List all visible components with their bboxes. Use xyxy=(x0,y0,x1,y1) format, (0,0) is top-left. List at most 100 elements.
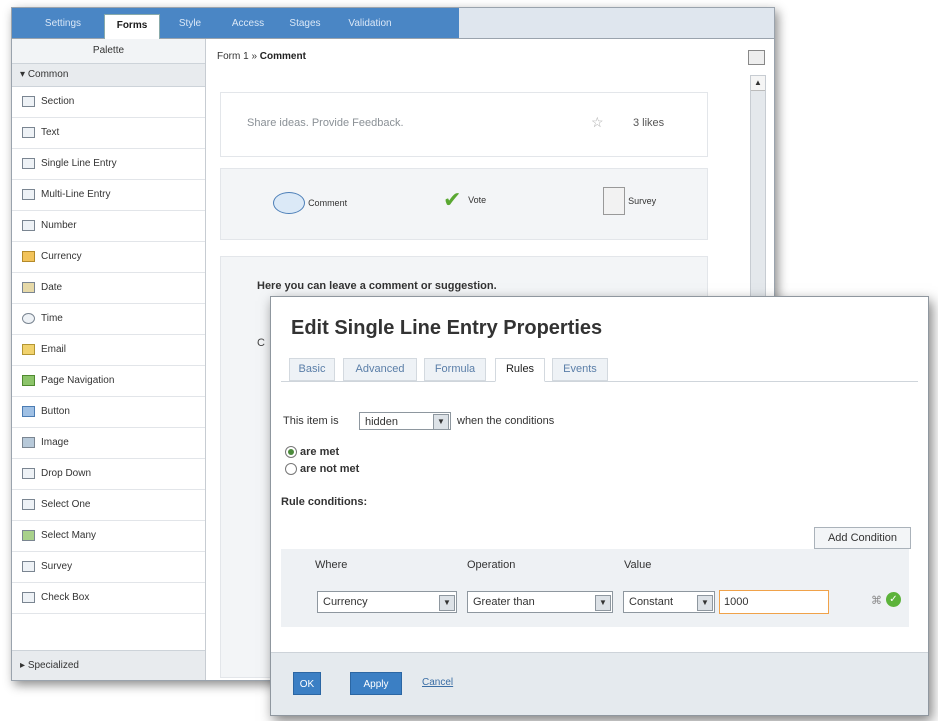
vote-action[interactable]: ✔ Vote xyxy=(443,189,486,211)
value-input[interactable]: 1000 xyxy=(719,590,829,614)
palette-item-date[interactable]: Date xyxy=(12,273,205,304)
palette-item-label: Currency xyxy=(41,251,82,262)
palette-item-number[interactable]: Number xyxy=(12,211,205,242)
operation-select[interactable]: Greater than ▼ xyxy=(467,591,613,613)
palette-item-label: Multi-Line Entry xyxy=(41,189,111,200)
email-icon xyxy=(22,343,35,355)
palette-group-label: Common xyxy=(27,69,69,80)
breadcrumb: Form 1 » Comment xyxy=(217,51,306,62)
operation-select-value: Greater than xyxy=(473,596,535,608)
palette-item-button[interactable]: Button xyxy=(12,397,205,428)
checkmark-icon: ✔ xyxy=(443,187,462,212)
time-icon xyxy=(22,312,35,324)
tab-formula[interactable]: Formula xyxy=(424,358,486,381)
tab-validation[interactable]: Validation xyxy=(342,13,398,35)
value-type-select-value: Constant xyxy=(629,596,674,608)
palette-item-page-navigation[interactable]: Page Navigation xyxy=(12,366,205,397)
image-icon xyxy=(22,436,35,448)
palette-panel: Palette ▾ Common Section Text Single Lin… xyxy=(12,39,206,680)
tab-advanced[interactable]: Advanced xyxy=(343,358,417,381)
palette-item-label: Single Line Entry xyxy=(41,158,117,169)
tab-basic[interactable]: Basic xyxy=(289,358,335,381)
delete-condition-icon[interactable]: ⌘ xyxy=(871,594,882,607)
tab-settings[interactable]: Settings xyxy=(37,13,89,35)
add-row-icon[interactable]: ✓ xyxy=(886,592,901,607)
visibility-select-value: hidden xyxy=(365,416,399,428)
palette-item-select-many[interactable]: Select Many xyxy=(12,521,205,552)
rule-conditions-label: Rule conditions: xyxy=(281,496,368,508)
scroll-up-icon[interactable]: ▲ xyxy=(751,76,765,91)
item-is-prefix: This item is xyxy=(283,415,339,427)
conditions-header: Where Operation Value xyxy=(281,549,909,579)
palette-item-image[interactable]: Image xyxy=(12,428,205,459)
palette-item-section[interactable]: Section xyxy=(12,87,205,118)
palette-item-email[interactable]: Email xyxy=(12,335,205,366)
palette-item-label: Section xyxy=(41,96,75,107)
chevron-down-icon: ▼ xyxy=(595,595,611,611)
apply-button[interactable]: Apply xyxy=(350,672,402,695)
palette-item-time[interactable]: Time xyxy=(12,304,205,335)
visibility-select[interactable]: hidden ▼ xyxy=(359,412,451,430)
add-condition-button[interactable]: Add Condition xyxy=(814,527,911,549)
vote-label: Vote xyxy=(468,195,487,205)
palette-group-common[interactable]: ▾ Common xyxy=(12,64,205,87)
chevron-down-icon: ▼ xyxy=(439,595,455,611)
where-select[interactable]: Currency ▼ xyxy=(317,591,457,613)
page-navigation-icon xyxy=(22,374,35,386)
comment-action[interactable]: Comment xyxy=(273,192,347,214)
partial-label: C xyxy=(257,337,265,349)
dialog-tab-bar: Basic Advanced Formula Rules Events xyxy=(281,356,918,382)
panel-menu-icon[interactable] xyxy=(748,50,765,65)
palette-item-check-box[interactable]: Check Box xyxy=(12,583,205,614)
ok-button[interactable]: OK xyxy=(293,672,321,695)
tab-stages[interactable]: Stages xyxy=(284,13,326,35)
palette-item-drop-down[interactable]: Drop Down xyxy=(12,459,205,490)
palette-item-label: Check Box xyxy=(41,592,90,603)
tab-events[interactable]: Events xyxy=(552,358,608,381)
drop-down-icon xyxy=(22,467,35,479)
palette-item-label: Button xyxy=(41,406,70,417)
where-select-value: Currency xyxy=(323,596,368,608)
value-type-select[interactable]: Constant ▼ xyxy=(623,591,715,613)
breadcrumb-current: Comment xyxy=(259,51,306,62)
text-icon xyxy=(22,126,35,138)
survey-action[interactable]: Survey xyxy=(603,187,656,215)
survey-icon xyxy=(22,560,35,572)
palette-item-label: Text xyxy=(41,127,60,138)
tab-rules[interactable]: Rules xyxy=(495,358,545,382)
palette-item-label: Select Many xyxy=(41,530,97,541)
condition-row: Currency ▼ Greater than ▼ Constant ▼ 100… xyxy=(281,579,909,627)
palette-item-select-one[interactable]: Select One xyxy=(12,490,205,521)
cancel-link[interactable]: Cancel xyxy=(422,677,453,688)
tab-forms[interactable]: Forms xyxy=(104,14,160,39)
date-icon xyxy=(22,281,35,293)
radio-are-met-label: are met xyxy=(300,446,340,458)
palette-item-label: Page Navigation xyxy=(41,375,115,386)
radio-are-met[interactable]: are met xyxy=(285,446,340,459)
caret-down-icon: ▾ xyxy=(20,69,26,80)
palette-item-text[interactable]: Text xyxy=(12,118,205,149)
breadcrumb-form[interactable]: Form 1 xyxy=(217,51,249,62)
select-many-icon xyxy=(22,529,35,541)
action-bar: Comment ✔ Vote Survey xyxy=(220,168,708,240)
palette-item-label: Drop Down xyxy=(41,468,92,479)
palette-item-multi-line-entry[interactable]: Multi-Line Entry xyxy=(12,180,205,211)
radio-are-not-met[interactable]: are not met xyxy=(285,463,359,476)
palette-item-currency[interactable]: Currency xyxy=(12,242,205,273)
tab-access[interactable]: Access xyxy=(228,13,268,35)
clipboard-icon xyxy=(603,187,625,215)
star-icon[interactable]: ☆ xyxy=(591,114,604,131)
breadcrumb-separator: » xyxy=(251,51,258,62)
palette-group-specialized[interactable]: ▸ Specialized xyxy=(12,650,205,680)
palette-item-survey[interactable]: Survey xyxy=(12,552,205,583)
palette-item-label: Date xyxy=(41,282,63,293)
palette-item-label: Survey xyxy=(41,561,73,572)
palette-item-single-line-entry[interactable]: Single Line Entry xyxy=(12,149,205,180)
tab-style[interactable]: Style xyxy=(172,13,208,35)
button-icon xyxy=(22,405,35,417)
edit-properties-dialog: Edit Single Line Entry Properties Basic … xyxy=(270,296,929,716)
comment-heading: Here you can leave a comment or suggesti… xyxy=(257,280,497,292)
currency-icon xyxy=(22,250,35,262)
check-box-icon xyxy=(22,591,35,603)
survey-label: Survey xyxy=(628,196,657,206)
